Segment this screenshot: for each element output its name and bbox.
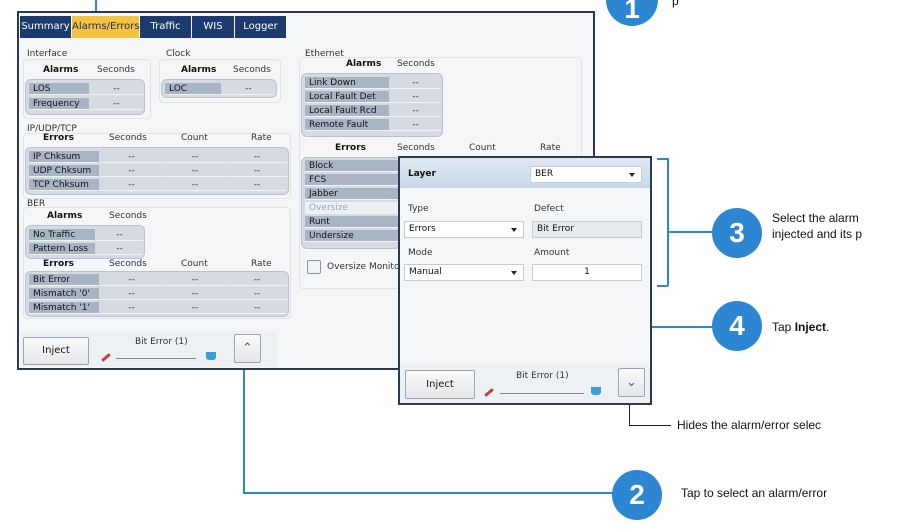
chevron-up-icon: ⌃ — [242, 341, 253, 356]
table-row: Mismatch '0' -- -- -- — [29, 288, 287, 300]
table-row: TCP Chksum -- -- -- — [29, 179, 287, 191]
ethernet-col-errors: Errors — [335, 143, 367, 153]
clock-col-alarms: Alarms — [181, 65, 217, 75]
ber-col-rate: Rate — [251, 259, 272, 269]
progress-line — [116, 358, 196, 359]
ethernet-col-alarms: Alarms — [346, 59, 382, 69]
table-row: Jabber — [305, 188, 399, 200]
table-row: LOC -- — [165, 83, 275, 95]
mode-label: Mode — [408, 248, 433, 258]
injection-panel: Layer BER Type Defect Errors Bit Error M… — [398, 156, 652, 405]
ethernet-error-table: Block FCS Jabber Oversize Runt Undersize — [301, 157, 401, 249]
interface-title: Interface — [27, 49, 68, 59]
table-row: FCS — [305, 174, 399, 186]
panel-bucket-icon — [591, 387, 601, 395]
callout-3-text-2: injected and its p — [772, 227, 863, 241]
panel-progress-line — [500, 393, 584, 394]
ip-col-seconds: Seconds — [109, 133, 147, 143]
table-row: Runt — [305, 216, 399, 228]
ip-col-errors: Errors — [43, 133, 75, 143]
oversize-monitor-label: Oversize Monito — [327, 262, 400, 272]
callout-3-circle: 3 — [712, 208, 762, 258]
amount-input[interactable]: 1 — [532, 264, 642, 281]
callout2-line-v — [243, 370, 245, 494]
callout-4-text: Tap Inject. — [772, 320, 830, 334]
table-row: Pattern Loss -- — [29, 243, 143, 255]
clock-col-seconds: Seconds — [233, 65, 271, 75]
table-row: Link Down -- — [305, 77, 441, 89]
ber-col-err-seconds: Seconds — [109, 259, 147, 269]
mode-select[interactable]: Manual — [404, 264, 524, 281]
ethernet-alarm-table: Link Down -- Local Fault Det -- Local Faul… — [301, 73, 443, 137]
table-row: Frequency -- — [29, 98, 143, 110]
ethernet-col-err-seconds: Seconds — [397, 143, 435, 153]
ber-error-table: Bit Error -- -- -- Mismatch '0' -- -- -- Misma… — [25, 271, 289, 317]
ethernet-col-count: Count — [469, 143, 496, 153]
table-row: UDP Chksum -- -- -- — [29, 165, 287, 177]
tab-wis[interactable]: WIS — [192, 16, 234, 38]
tab-traffic[interactable]: Traffic — [140, 16, 191, 38]
table-row: LOS -- — [29, 83, 143, 95]
clock-table: LOC -- — [161, 79, 277, 98]
ber-alarm-table: No Traffic -- Pattern Loss -- — [25, 225, 145, 259]
callout3-bracket-v — [667, 158, 669, 286]
layer-select[interactable]: BER — [530, 166, 642, 183]
ber-col-count: Count — [181, 259, 208, 269]
table-row: No Traffic -- — [29, 229, 143, 241]
expand-button[interactable]: ⌃ — [234, 334, 261, 363]
ethernet-col-seconds: Seconds — [397, 59, 435, 69]
inject-button[interactable]: Inject — [23, 337, 89, 365]
table-row: Local Fault Rcd -- — [305, 105, 441, 117]
interface-col-seconds: Seconds — [97, 65, 135, 75]
type-label: Type — [408, 204, 429, 214]
interface-col-alarms: Alarms — [43, 65, 79, 75]
ber-col-seconds: Seconds — [109, 211, 147, 221]
callout-1-circle: 1 — [606, 0, 658, 26]
table-row: Bit Error -- -- -- — [29, 274, 287, 286]
panel-inject-button[interactable]: Inject — [405, 370, 475, 399]
callout-2-text: Tap to select an alarm/error — [681, 486, 828, 500]
table-row: IP Chksum -- -- -- — [29, 151, 287, 163]
table-row: Block — [305, 160, 399, 172]
table-row: Local Fault Det -- — [305, 91, 441, 103]
interface-table: LOS -- Frequency -- — [25, 79, 145, 115]
callout-1-text: p — [672, 0, 679, 8]
defect-label: Defect — [534, 204, 564, 214]
tab-logger[interactable]: Logger — [235, 16, 286, 38]
type-select[interactable]: Errors — [404, 221, 524, 238]
collapse-button[interactable]: ⌄ — [618, 368, 645, 397]
chevron-down-icon: ⌄ — [626, 375, 637, 390]
panel-selection-label: Bit Error (1) — [516, 371, 569, 381]
ip-col-count: Count — [181, 133, 208, 143]
selection-label: Bit Error (1) — [135, 337, 188, 347]
callout3-bracket-t — [657, 158, 668, 160]
amount-label: Amount — [534, 248, 570, 258]
callout-2-circle: 2 — [612, 470, 662, 520]
ethernet-col-rate: Rate — [540, 143, 561, 153]
table-row: Undersize — [305, 230, 399, 242]
layer-label: Layer — [408, 169, 436, 179]
ip-col-rate: Rate — [251, 133, 272, 143]
bucket-icon — [206, 352, 216, 360]
clock-title: Clock — [166, 49, 191, 59]
callout2-line-h — [243, 492, 623, 494]
callout3-bracket-b — [657, 285, 668, 287]
ber-col-alarms: Alarms — [47, 211, 83, 221]
ber-col-errors: Errors — [43, 259, 75, 269]
table-row: Mismatch '1' -- -- -- — [29, 302, 287, 314]
callout5-line-h — [629, 425, 671, 426]
tab-alarms-errors[interactable]: Alarms/Errors — [72, 16, 140, 38]
defect-field: Bit Error — [532, 221, 642, 238]
callout-4-circle: 4 — [712, 301, 762, 351]
table-row: Remote Fault -- — [305, 119, 441, 131]
tab-bar: Summary Alarms/Errors Traffic WIS Logger — [19, 13, 593, 38]
callout-5-text: Hides the alarm/error selec — [677, 418, 822, 432]
callout-3-text-1: Select the alarm — [772, 211, 859, 225]
oversize-monitor-checkbox[interactable] — [307, 260, 321, 274]
tab-summary[interactable]: Summary — [20, 16, 71, 38]
table-row: Oversize — [305, 202, 399, 214]
ip-table: IP Chksum -- -- -- UDP Chksum -- -- -- TCP Chk… — [25, 147, 289, 195]
